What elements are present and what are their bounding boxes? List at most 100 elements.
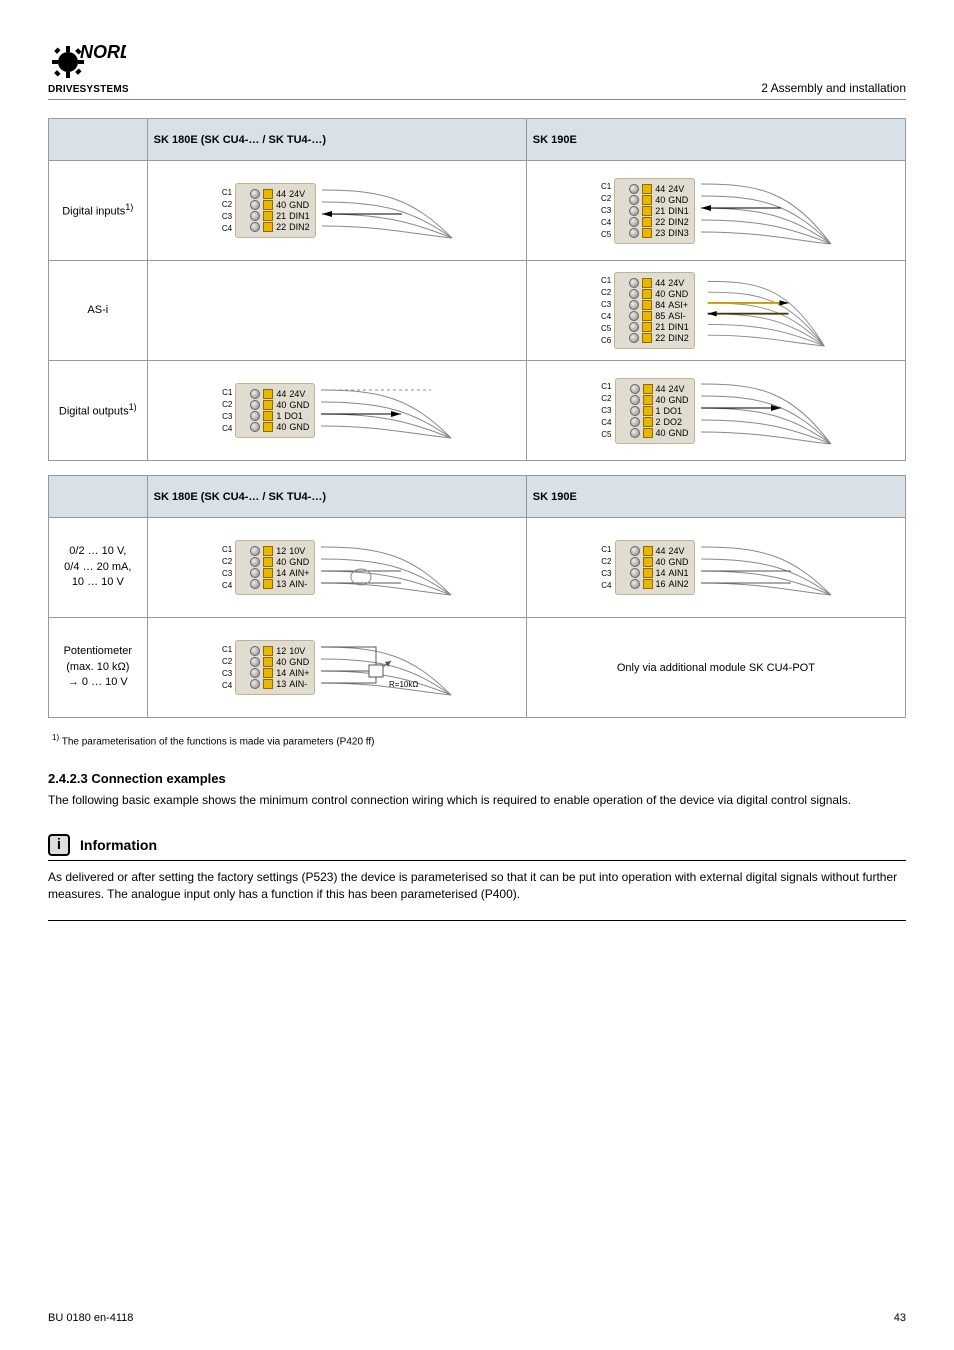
wire-diagram <box>321 376 451 446</box>
terminal-label: 24V <box>668 184 684 194</box>
footnote-num: 1) <box>52 733 59 742</box>
terminal-screw <box>629 217 639 227</box>
heading-2-4-2-3: 2.4.2.3 Connection examples <box>48 771 906 786</box>
terminal-num: 12 <box>276 546 286 556</box>
terminal-num: 13 <box>276 679 286 689</box>
page-header: NORD DRIVESYSTEMS 2 Assembly and install… <box>48 40 906 100</box>
terminal-label: DO1 <box>664 406 683 416</box>
signals-table-2: SK 180E (SK CU4-… / SK TU4-…) SK 190E 0/… <box>48 475 906 718</box>
brand-sub: DRIVESYSTEMS <box>48 84 129 95</box>
terminal-screw <box>250 657 260 667</box>
terminal-num: 40 <box>276 400 286 410</box>
terminal-screw <box>250 557 260 567</box>
info-title: Information <box>80 837 157 853</box>
wire-diagram <box>701 176 831 246</box>
terminal-label: DIN2 <box>668 333 689 343</box>
terminal-screw <box>630 395 640 405</box>
terminal-clamp <box>263 400 273 410</box>
terminal-clamp <box>263 189 273 199</box>
logo-text: NORD <box>80 42 126 62</box>
terminal-label: AIN- <box>289 679 307 689</box>
terminal-screw <box>630 546 640 556</box>
terminal-screw <box>630 428 640 438</box>
terminal-clamp <box>642 333 652 343</box>
terminal-screw <box>250 200 260 210</box>
terminal-screw <box>629 184 639 194</box>
terminal-clamp <box>643 406 653 416</box>
terminal-label: ASI- <box>668 311 686 321</box>
cell-sk190e: C1C2C3C4C5 44 24V 40 GND 21 DIN1 22 DIN2… <box>526 161 905 261</box>
terminal-label: DIN1 <box>668 322 689 332</box>
signals-table-1: SK 180E (SK CU4-… / SK TU4-…) SK 190E Di… <box>48 118 906 461</box>
terminal-num: 44 <box>656 546 666 556</box>
t1-h1: SK 180E (SK CU4-… / SK TU4-…) <box>147 119 526 161</box>
terminal-label: GND <box>669 557 689 567</box>
terminal-label: GND <box>668 289 688 299</box>
terminal-clamp <box>263 568 273 578</box>
terminal-screw <box>629 333 639 343</box>
terminal-clamp <box>643 395 653 405</box>
terminal-num: 84 <box>655 300 665 310</box>
terminal-num: 40 <box>276 657 286 667</box>
wire-diagram <box>701 276 831 346</box>
row-label: 0/2 … 10 V,0/4 … 20 mA, 10 … 10 V <box>49 518 148 618</box>
terminal-label: GND <box>289 557 309 567</box>
t2-h2: SK 190E <box>526 476 905 518</box>
terminal-label: AIN+ <box>289 568 309 578</box>
terminal-screw <box>250 389 260 399</box>
terminal-clamp <box>642 289 652 299</box>
terminal-clamp <box>643 557 653 567</box>
terminal-screw <box>629 228 639 238</box>
terminal-label: 10V <box>289 546 305 556</box>
terminal-screw <box>250 211 260 221</box>
t2-h0 <box>49 476 148 518</box>
terminal-num: 21 <box>655 322 665 332</box>
terminal-clamp <box>642 206 652 216</box>
terminal-clamp <box>263 579 273 589</box>
terminal-num: 40 <box>656 428 666 438</box>
cell-sk180e: C1C2C3C4 44 24V 40 GND 1 DO1 40 GND <box>147 361 526 461</box>
terminal-clamp <box>263 668 273 678</box>
cell-sk190e: Only via additional module SK CU4-POT <box>526 618 905 718</box>
terminal-label: DIN3 <box>668 228 689 238</box>
wire-diagram <box>701 376 831 446</box>
svg-text:R=10kΩ: R=10kΩ <box>389 680 418 689</box>
t2-h1: SK 180E (SK CU4-… / SK TU4-…) <box>147 476 526 518</box>
terminal-num: 44 <box>276 189 286 199</box>
terminal-screw <box>250 579 260 589</box>
row-label: Digital inputs1) <box>49 161 148 261</box>
terminal-num: 1 <box>276 411 281 421</box>
terminal-label: GND <box>289 400 309 410</box>
terminal-clamp <box>643 568 653 578</box>
terminal-block: 12 10V 40 GND 14 AIN+ 13 AIN- <box>235 640 315 695</box>
terminal-clamp <box>263 422 273 432</box>
terminal-screw <box>250 222 260 232</box>
terminal-screw <box>629 289 639 299</box>
terminal-num: 13 <box>276 579 286 589</box>
terminal-label: 24V <box>289 389 305 399</box>
terminal-label: DO1 <box>284 411 303 421</box>
terminal-screw <box>250 546 260 556</box>
terminal-clamp <box>642 322 652 332</box>
terminal-num: 44 <box>655 184 665 194</box>
terminal-clamp <box>263 657 273 667</box>
terminal-label: AIN2 <box>669 579 689 589</box>
terminal-num: 22 <box>655 333 665 343</box>
row-label: Potentiometer(max. 10 kΩ)→ 0 … 10 V <box>49 618 148 718</box>
terminal-num: 23 <box>655 228 665 238</box>
terminal-block: 44 24V 40 GND 21 DIN1 22 DIN2 <box>235 183 316 238</box>
cell-sk180e: C1C2C3C4 12 10V 40 GND 14 AIN+ 13 AIN- R… <box>147 618 526 718</box>
terminal-screw <box>629 195 639 205</box>
terminal-clamp <box>643 546 653 556</box>
terminal-label: AIN1 <box>669 568 689 578</box>
terminal-label: GND <box>669 395 689 405</box>
terminal-screw <box>250 400 260 410</box>
terminal-screw <box>630 568 640 578</box>
terminal-clamp <box>642 311 652 321</box>
terminal-label: DIN2 <box>289 222 310 232</box>
terminal-screw <box>630 406 640 416</box>
terminal-num: 22 <box>655 217 665 227</box>
terminal-screw <box>630 579 640 589</box>
terminal-block: 44 24V 40 GND 1 DO1 40 GND <box>235 383 315 438</box>
info-icon: i <box>48 834 70 856</box>
